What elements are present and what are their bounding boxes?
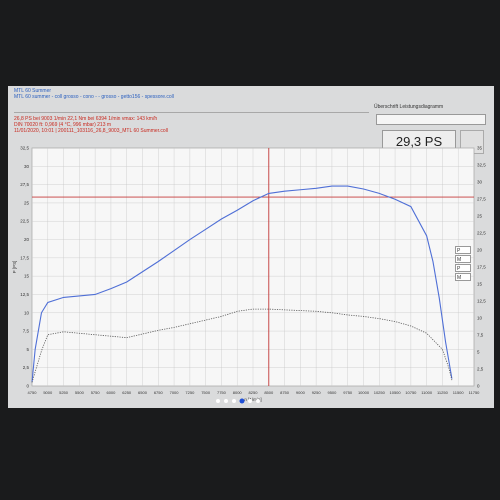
- y-left-tick-label: 7,5: [23, 329, 30, 334]
- x-tick-label: 7000: [170, 390, 180, 395]
- x-tick-label: 5750: [91, 390, 101, 395]
- x-tick-label: 11000: [421, 390, 433, 395]
- y-left-tick-label: 15: [24, 274, 30, 279]
- y-left-tick-label: 27,5: [20, 182, 29, 187]
- legend[interactable]: P M P M: [455, 246, 471, 282]
- y-left-tick-label: 0: [26, 384, 29, 389]
- x-tick-label: 11250: [437, 390, 449, 395]
- y-left-tick-label: 17,5: [20, 255, 29, 260]
- x-tick-label: 9250: [312, 390, 322, 395]
- y-left-tick-label: 12,5: [20, 292, 29, 297]
- x-tick-label: 8500: [264, 390, 274, 395]
- x-tick-label: 11500: [453, 390, 465, 395]
- y-left-tick-label: 22,5: [20, 219, 29, 224]
- y-left-tick-label: 30: [24, 164, 30, 169]
- x-tick-label: 8250: [249, 390, 259, 395]
- dyno-chart[interactable]: 4750 5000 5250 5500 5750 6000 6250 6500 6750 7000…: [8, 86, 494, 408]
- x-tick-label: 10250: [374, 390, 386, 395]
- x-tick-label: 9750: [343, 390, 353, 395]
- x-tick-label: 10750: [405, 390, 417, 395]
- y-right-tick-label: 22,5: [477, 231, 486, 236]
- y-left-tick-label: 10: [24, 310, 30, 315]
- x-tick-label: 10000: [358, 390, 370, 395]
- x-tick-label: 6500: [138, 390, 148, 395]
- x-tick-label: 7250: [185, 390, 195, 395]
- page-dot: [216, 399, 220, 403]
- y-right-tick-label: 25: [477, 214, 483, 219]
- x-tick-label: 9000: [296, 390, 306, 395]
- y-right-tick-label: 15: [477, 282, 483, 287]
- y-left-tick-label: 25: [24, 200, 30, 205]
- y-left-tick-label: 20: [24, 237, 30, 242]
- x-tick-label: 7500: [201, 390, 211, 395]
- page-dot: [232, 399, 236, 403]
- x-tick-label: 11750: [469, 390, 481, 395]
- y-right-tick-label: 27,5: [477, 197, 486, 202]
- legend-item[interactable]: P: [455, 246, 471, 254]
- y-right-tick-label: 12,5: [477, 299, 486, 304]
- legend-item[interactable]: M: [455, 255, 471, 263]
- y-right-tick-label: 2,5: [477, 367, 484, 372]
- y-right-tick-label: 35: [477, 146, 483, 151]
- x-tick-label: 8000: [233, 390, 243, 395]
- y-right-tick-label: 30: [477, 180, 483, 185]
- y-right-tick-label: 20: [477, 248, 483, 253]
- page-dot: [256, 399, 260, 403]
- legend-item[interactable]: M: [455, 273, 471, 281]
- x-tick-label: 5000: [43, 390, 53, 395]
- legend-item[interactable]: P: [455, 264, 471, 272]
- x-tick-label: 8750: [280, 390, 290, 395]
- x-tick-label: 5500: [75, 390, 85, 395]
- page-indicator: [216, 398, 260, 404]
- x-tick-label: 10500: [390, 390, 402, 395]
- y-axis-label: P [PS]: [12, 261, 17, 274]
- y-left-tick-label: 2,5: [23, 365, 30, 370]
- app-window: MTL 60 Summer MTL 60 summer - coll gross…: [8, 86, 494, 408]
- x-tick-label: 6000: [106, 390, 116, 395]
- y-right-tick-label: 0: [477, 384, 480, 389]
- y-right-tick-label: 10: [477, 316, 483, 321]
- page-dot: [248, 399, 252, 403]
- page-dot-active: [239, 398, 245, 404]
- page-dot: [224, 399, 228, 403]
- y-right-tick-label: 7,5: [477, 333, 484, 338]
- x-tick-label: 6750: [154, 390, 164, 395]
- y-right-tick-label: 5: [477, 350, 480, 355]
- x-tick-label: 7750: [217, 390, 227, 395]
- x-tick-label: 4750: [28, 390, 38, 395]
- x-tick-label: 5250: [59, 390, 69, 395]
- y-right-tick-label: 32,5: [477, 163, 486, 168]
- y-left-tick-label: 5: [26, 347, 29, 352]
- y-right-tick-label: 17,5: [477, 265, 486, 270]
- x-tick-label: 9500: [327, 390, 337, 395]
- y-left-tick-label: 32,5: [20, 146, 29, 151]
- x-tick-label: 6250: [122, 390, 132, 395]
